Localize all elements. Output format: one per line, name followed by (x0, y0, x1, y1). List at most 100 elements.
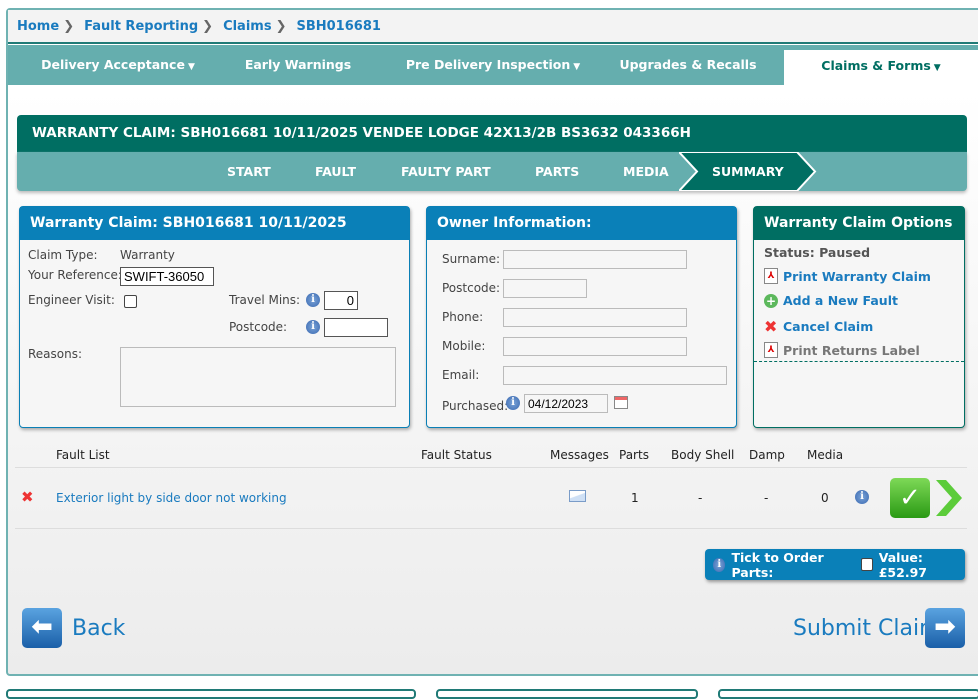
nav-claims-forms[interactable]: Claims & Forms ▼ (784, 50, 978, 85)
delete-fault-icon[interactable]: ✖ (21, 488, 34, 506)
back-button[interactable]: ⬅ (22, 608, 62, 648)
envelope-icon[interactable] (569, 490, 586, 502)
nav-label: Pre Delivery Inspection (405, 57, 571, 72)
divider (15, 467, 967, 468)
options-panel-title: Warranty Claim Options (754, 207, 964, 240)
nav-label: Upgrades & Recalls (619, 57, 757, 72)
travel-mins-input[interactable] (324, 291, 358, 310)
header-fault-list: Fault List (56, 448, 110, 462)
print-warranty-claim-link[interactable]: ⅄ Print Warranty Claim (764, 268, 931, 284)
owner-postcode-input[interactable] (503, 279, 587, 298)
nav-label: Delivery Acceptance (41, 57, 185, 72)
info-icon[interactable]: i (306, 293, 320, 307)
step-fault[interactable]: FAULT (315, 152, 356, 191)
phone-input[interactable] (503, 308, 687, 327)
order-parts-checkbox[interactable] (860, 558, 873, 571)
info-icon[interactable]: i (506, 396, 520, 410)
nav-early-warnings[interactable]: Early Warnings (223, 45, 373, 85)
header-fault-status: Fault Status (421, 448, 492, 462)
step-faulty-part[interactable]: FAULTY PART (401, 152, 491, 191)
option-label: Print Warranty Claim (783, 268, 931, 284)
breadcrumb-home[interactable]: Home (17, 19, 59, 34)
breadcrumb-claims[interactable]: Claims (223, 19, 272, 34)
calendar-icon[interactable] (614, 396, 628, 409)
postcode-input[interactable] (324, 318, 388, 337)
bottom-panel (6, 689, 416, 699)
nav-upgrades-recalls[interactable]: Upgrades & Recalls (608, 45, 768, 85)
header-media: Media (807, 448, 844, 462)
info-icon[interactable]: i (855, 490, 869, 504)
pdf-icon: ⅄ (764, 342, 778, 358)
reasons-textarea[interactable] (120, 347, 396, 407)
email-input[interactable] (503, 366, 727, 385)
order-parts-label: Tick to Order Parts: (731, 549, 824, 580)
options-panel: Warranty Claim Options Status: Paused ⅄ P… (753, 206, 965, 428)
fault-link[interactable]: Exterior light by side door not working (56, 491, 287, 505)
complete-check-button[interactable]: ✓ (890, 478, 930, 518)
add-new-fault-link[interactable]: + Add a New Fault (764, 293, 898, 308)
step-summary[interactable]: SUMMARY (712, 152, 784, 191)
divider (754, 361, 964, 362)
claim-type-label: Claim Type: (28, 248, 98, 262)
surname-label: Surname: (442, 252, 501, 266)
submit-claim-label[interactable]: Submit Claim (793, 616, 941, 641)
reference-input[interactable] (120, 267, 214, 286)
info-icon[interactable]: i (306, 320, 320, 334)
header-damp: Damp (749, 448, 785, 462)
owner-panel: Owner Information: Surname: Postcode: Ph… (426, 206, 737, 428)
damp-value: - (764, 491, 769, 505)
nav-label: Early Warnings (244, 57, 352, 72)
purchased-input[interactable] (524, 394, 608, 413)
surname-input[interactable] (503, 250, 687, 269)
claim-panel: Warranty Claim: SBH016681 10/11/2025 Cla… (19, 206, 410, 428)
owner-postcode-label: Postcode: (442, 281, 501, 295)
print-returns-label-link[interactable]: ⅄ Print Returns Label (764, 342, 920, 358)
caret-down-icon: ▼ (187, 62, 195, 72)
cancel-claim-link[interactable]: ✖ Cancel Claim (764, 317, 873, 336)
claim-title: WARRANTY CLAIM: SBH016681 10/11/2025 VEN… (17, 115, 967, 152)
option-label: Add a New Fault (783, 293, 898, 308)
engineer-visit-label: Engineer Visit: (28, 293, 115, 307)
breadcrumb: Home ❯ Fault Reporting ❯ Claims ❯ SBH016681 (8, 10, 978, 44)
bottom-panel (718, 689, 978, 699)
plus-circle-icon: + (764, 293, 778, 308)
option-label: Cancel Claim (783, 319, 874, 334)
header-messages: Messages (550, 448, 609, 462)
info-icon[interactable]: i (713, 557, 726, 572)
nav-delivery-acceptance[interactable]: Delivery Acceptance ▼ (18, 45, 218, 85)
step-media[interactable]: MEDIA (623, 152, 669, 191)
claim-panel-title: Warranty Claim: SBH016681 10/11/2025 (20, 207, 409, 240)
postcode-label: Postcode: (229, 320, 288, 334)
option-label: Print Returns Label (783, 342, 920, 358)
header-parts: Parts (619, 448, 649, 462)
chevron-right-icon[interactable] (934, 478, 964, 518)
pdf-icon: ⅄ (764, 268, 778, 284)
caret-down-icon: ▼ (933, 63, 941, 73)
back-label[interactable]: Back (72, 616, 125, 641)
chevron-right-icon: ❯ (275, 18, 287, 34)
email-label: Email: (442, 368, 480, 382)
bottom-panel (436, 689, 698, 699)
phone-label: Phone: (442, 310, 484, 324)
main-nav: Delivery Acceptance ▼ Early Warnings Pre … (8, 45, 978, 85)
divider (15, 528, 967, 529)
cross-icon: ✖ (764, 317, 778, 336)
breadcrumb-current[interactable]: SBH016681 (296, 19, 380, 34)
parts-count: 1 (631, 491, 639, 505)
travel-mins-label: Travel Mins: (229, 293, 301, 307)
claim-type-value: Warranty (120, 248, 175, 262)
breadcrumb-fault-reporting[interactable]: Fault Reporting (84, 19, 198, 34)
purchased-label: Purchased: (442, 399, 509, 413)
submit-claim-button[interactable]: ➡ (925, 608, 965, 648)
nav-pre-delivery-inspection[interactable]: Pre Delivery Inspection ▼ (403, 45, 583, 85)
caret-down-icon: ▼ (573, 62, 581, 72)
step-start[interactable]: START (227, 152, 271, 191)
wizard-steps: START FAULT FAULTY PART PARTS MEDIA SUMM… (17, 152, 967, 191)
reasons-label: Reasons: (28, 347, 83, 361)
reference-label: Your Reference: (28, 268, 122, 282)
engineer-visit-checkbox[interactable] (124, 295, 137, 308)
mobile-input[interactable] (503, 337, 687, 356)
chevron-right-icon: ❯ (63, 18, 75, 34)
step-parts[interactable]: PARTS (535, 152, 579, 191)
order-value: Value: £52.97 (878, 549, 927, 580)
